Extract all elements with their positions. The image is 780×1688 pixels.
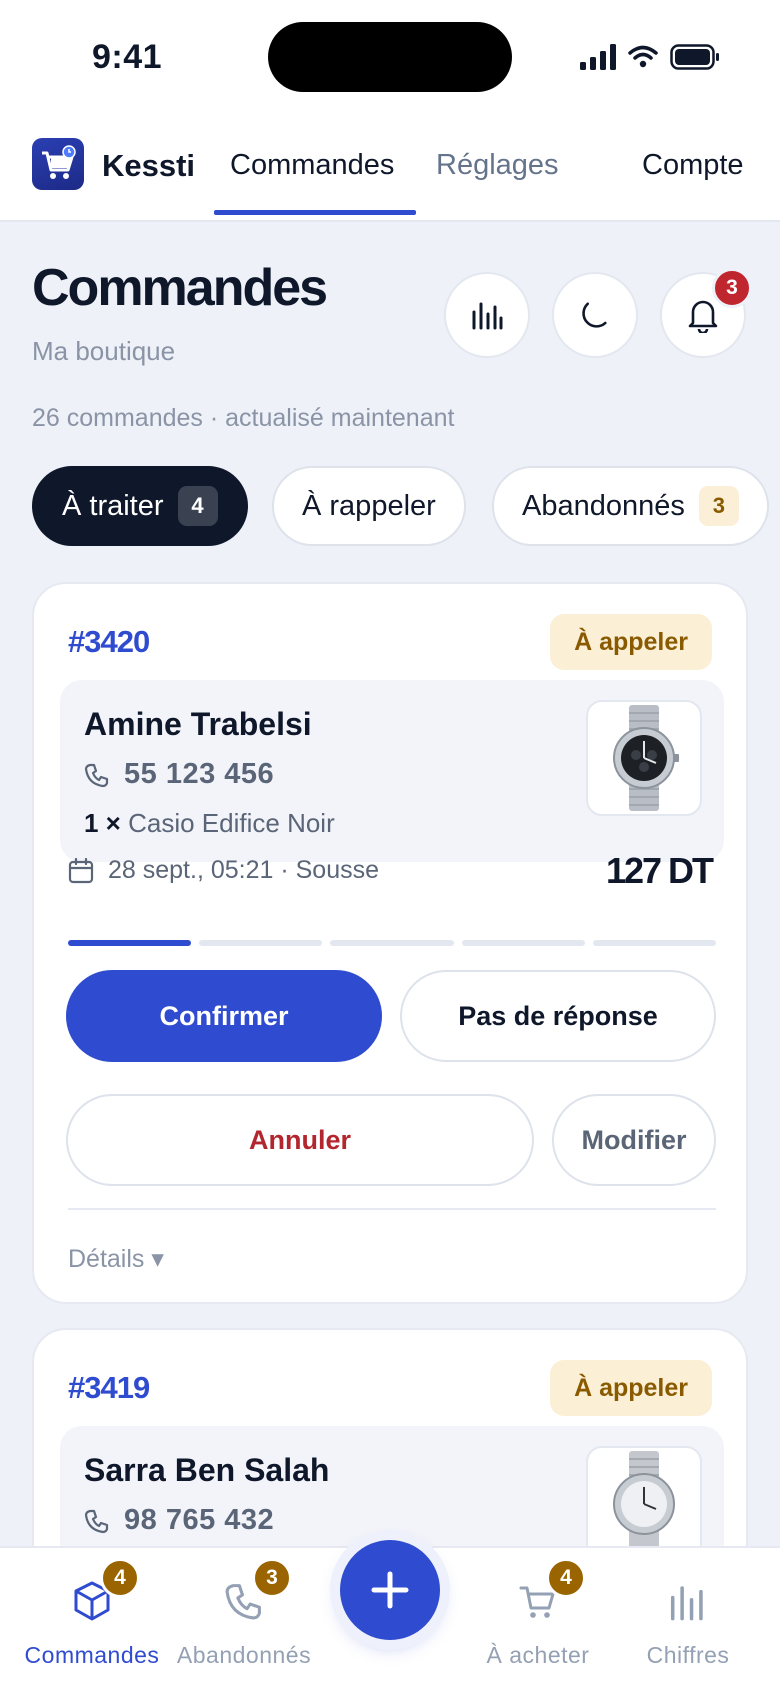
- customer-name: Amine Trabelsi: [84, 706, 312, 742]
- card-divider: [68, 1208, 716, 1210]
- product-thumbnail: [586, 700, 702, 816]
- order-item: 1 × Casio Edifice Noir: [84, 808, 335, 839]
- customer-phone[interactable]: 55 123 456: [84, 758, 274, 791]
- customer-name: Sarra Ben Salah: [84, 1452, 330, 1488]
- watch-image: [613, 1451, 675, 1557]
- watch-image: [613, 705, 679, 811]
- filter-label: À traiter: [62, 489, 164, 522]
- item-quantity: 1 ×: [84, 808, 121, 838]
- phone-number: 98 765 432: [124, 1504, 275, 1536]
- account-link[interactable]: Compte: [642, 149, 744, 182]
- cart-clock-icon: [42, 145, 76, 179]
- edit-button[interactable]: Modifier: [552, 1094, 716, 1186]
- orders-meta: 26 commandes · actualisé maintenant: [32, 404, 455, 432]
- order-status-badge: À appeler: [550, 1360, 712, 1416]
- status-time: 9:41: [92, 38, 163, 76]
- bell-icon: [688, 300, 718, 333]
- customer-phone[interactable]: 98 765 432: [84, 1504, 274, 1537]
- moon-icon: [582, 302, 607, 328]
- bottom-tab-chiffres[interactable]: Chiffres: [608, 1572, 768, 1669]
- bn-icon-wrap: 4: [518, 1558, 586, 1630]
- order-id[interactable]: #3420: [68, 624, 150, 660]
- tab-commandes[interactable]: Commandes: [230, 149, 394, 182]
- filter-abandonnes[interactable]: Abandonnés 3: [492, 466, 769, 546]
- order-date-row: 28 sept., 05:21 · Sousse: [68, 856, 379, 885]
- cellular-signal-icon: [580, 44, 616, 70]
- order-progress: [68, 940, 717, 946]
- bar-chart-icon: [670, 1586, 703, 1621]
- no-answer-button[interactable]: Pas de réponse: [400, 970, 716, 1062]
- tab-badge: 3: [252, 1558, 292, 1598]
- bottom-tab-label: Abandonnés: [176, 1642, 312, 1668]
- phone-icon: [84, 763, 109, 787]
- bn-icon-wrap: 4: [72, 1558, 140, 1630]
- kessti-logo[interactable]: [32, 138, 84, 190]
- add-order-button[interactable]: [340, 1540, 440, 1640]
- bottom-tab-label: À acheter: [486, 1642, 590, 1668]
- filter-a-traiter[interactable]: À traiter 4: [32, 466, 248, 546]
- phone-number: 55 123 456: [124, 758, 275, 790]
- order-amount: 127 DT: [605, 850, 714, 891]
- item-name: Casio Edifice Noir: [128, 808, 335, 838]
- order-date: 28 sept., 05:21 · Sousse: [108, 856, 380, 884]
- progress-segment: [68, 940, 192, 946]
- product-thumbnail: [586, 1446, 702, 1562]
- order-id[interactable]: #3419: [68, 1370, 150, 1406]
- progress-segment: [199, 940, 323, 946]
- filter-label: Abandonnés: [522, 489, 685, 522]
- plus-icon: [371, 1571, 409, 1609]
- stats-button[interactable]: [444, 272, 530, 358]
- order-status-badge: À appeler: [550, 614, 712, 670]
- order-card[interactable]: #3420 À appeler Amine Trabelsi 55 123 45…: [32, 582, 748, 1304]
- bottom-tab-commandes[interactable]: 4 Commandes: [12, 1558, 172, 1669]
- page-title: Commandes: [32, 259, 328, 317]
- tab-badge: 4: [100, 1558, 140, 1598]
- bn-icon-wrap: [668, 1572, 708, 1630]
- page-subtitle: Ma boutique: [32, 336, 176, 366]
- bottom-tab-a-acheter[interactable]: 4 À acheter: [458, 1558, 618, 1669]
- battery-icon: [670, 44, 719, 70]
- brand-name: Kessti: [102, 148, 196, 183]
- calendar-icon: [68, 857, 94, 883]
- progress-segment: [592, 940, 717, 946]
- progress-segment: [330, 940, 454, 946]
- customer-box: Amine Trabelsi 55 123 456 1 × Casio Edif…: [60, 680, 724, 862]
- bottom-tab-label: Commandes: [24, 1642, 160, 1668]
- dark-mode-button[interactable]: [552, 272, 638, 358]
- notifications-button[interactable]: 3: [660, 268, 752, 358]
- active-tab-indicator: [214, 210, 416, 215]
- details-toggle[interactable]: Détails ▾: [68, 1244, 164, 1274]
- status-bar: 9:41: [0, 0, 780, 116]
- filter-count-badge: 3: [698, 486, 739, 526]
- filter-count-badge: 4: [177, 486, 218, 526]
- dynamic-island: [268, 22, 512, 92]
- bottom-tab-label: Chiffres: [646, 1642, 730, 1668]
- progress-segment: [461, 940, 585, 946]
- top-navigation: Kessti Commandes Réglages Compte: [0, 116, 780, 222]
- cancel-button[interactable]: Annuler: [66, 1094, 534, 1186]
- wifi-icon: [628, 45, 658, 68]
- bottom-tab-abandonnes[interactable]: 3 Abandonnés: [164, 1558, 324, 1669]
- notification-count-badge: 3: [712, 268, 752, 308]
- status-icons: [580, 44, 720, 70]
- bar-chart-icon: [472, 302, 503, 330]
- filter-a-rappeler[interactable]: À rappeler: [272, 466, 466, 546]
- confirm-button[interactable]: Confirmer: [66, 970, 382, 1062]
- filter-label: À rappeler: [302, 489, 436, 522]
- tab-badge: 4: [546, 1558, 586, 1598]
- phone-icon: [84, 1509, 109, 1533]
- tab-reglages[interactable]: Réglages: [436, 149, 559, 182]
- bn-icon-wrap: 3: [224, 1558, 292, 1630]
